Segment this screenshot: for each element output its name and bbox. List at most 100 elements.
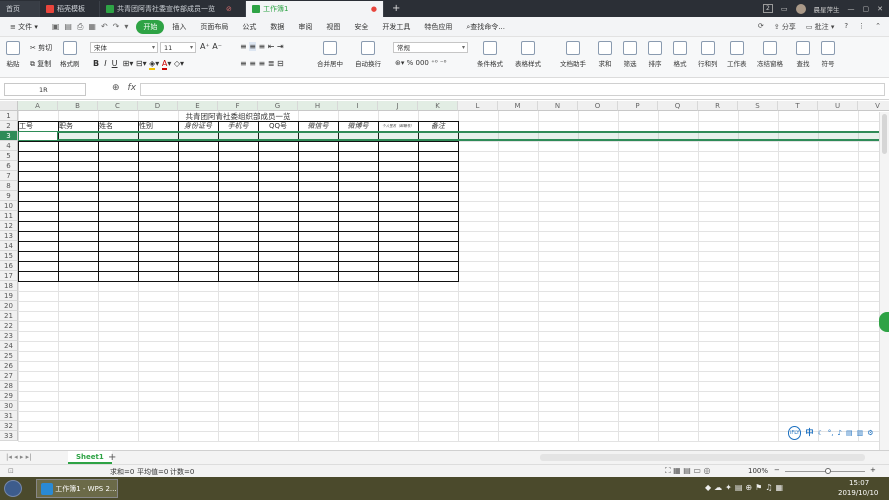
zoom-level[interactable]: 100%: [748, 467, 768, 475]
menu-features[interactable]: 特色应用: [418, 20, 458, 34]
row-header[interactable]: 24: [0, 341, 18, 351]
sheet-tab-sheet1[interactable]: Sheet1: [68, 451, 112, 464]
row-header[interactable]: 11: [0, 211, 18, 221]
row-header[interactable]: 33: [0, 431, 18, 441]
tab-document[interactable]: 共青团阿青社委宣传部成员一览 ⊘: [100, 1, 246, 17]
column-header[interactable]: F: [218, 101, 258, 111]
clock-time[interactable]: 15:07: [849, 479, 869, 487]
percent-button[interactable]: %: [407, 59, 414, 67]
table-header-cell[interactable]: 微信号: [299, 121, 337, 131]
table-header-cell[interactable]: 职务: [59, 121, 97, 131]
menu-page-layout[interactable]: 页面布局: [194, 20, 234, 34]
row-header[interactable]: 2: [0, 121, 18, 131]
help-icon[interactable]: ?: [844, 22, 848, 32]
column-header[interactable]: B: [58, 101, 98, 111]
table-header-cell[interactable]: 微博号: [339, 121, 377, 131]
row-header[interactable]: 26: [0, 361, 18, 371]
row-header[interactable]: 18: [0, 281, 18, 291]
tab-workbook[interactable]: 工作簿1 ●: [246, 1, 384, 17]
menu-review[interactable]: 审阅: [292, 20, 318, 34]
close-window-icon[interactable]: ✕: [877, 5, 883, 13]
column-header[interactable]: U: [818, 101, 858, 111]
more-icon[interactable]: ▾: [124, 22, 128, 32]
font-select[interactable]: 宋体 ▾: [90, 42, 158, 53]
name-box[interactable]: 1R: [4, 83, 86, 96]
row-header[interactable]: 29: [0, 391, 18, 401]
column-header[interactable]: G: [258, 101, 298, 111]
ime-mode[interactable]: 中: [805, 427, 813, 438]
close-icon[interactable]: ⊘: [226, 5, 232, 13]
zoom-out-icon[interactable]: −: [774, 466, 780, 474]
column-header[interactable]: L: [458, 101, 498, 111]
row-header[interactable]: 10: [0, 201, 18, 211]
column-header[interactable]: A: [18, 101, 58, 111]
redo-icon[interactable]: ↷: [113, 22, 120, 32]
italic-icon[interactable]: I: [104, 59, 106, 68]
menu-start[interactable]: 开始: [136, 19, 165, 34]
menu-view[interactable]: 视图: [320, 20, 346, 34]
row-header[interactable]: 25: [0, 351, 18, 361]
underline-icon[interactable]: U: [112, 59, 118, 68]
column-header[interactable]: O: [578, 101, 618, 111]
freeze-button[interactable]: 冻结窗格: [757, 41, 783, 68]
row-header[interactable]: 4: [0, 141, 18, 151]
column-header[interactable]: I: [338, 101, 378, 111]
font-grow-buttons[interactable]: A⁺ A⁻: [200, 42, 222, 51]
column-header[interactable]: T: [778, 101, 818, 111]
start-button[interactable]: [4, 480, 22, 497]
row-header[interactable]: 15: [0, 251, 18, 261]
punctuation-icon[interactable]: °,: [828, 429, 834, 437]
row-header[interactable]: 16: [0, 261, 18, 271]
row-header[interactable]: 12: [0, 221, 18, 231]
row-header[interactable]: 21: [0, 311, 18, 321]
align-bottom-row[interactable]: ≡ ≡ ≡ ≣ ⊟: [240, 59, 284, 68]
column-header[interactable]: M: [498, 101, 538, 111]
maximize-icon[interactable]: ▢: [863, 5, 870, 13]
align-top-row[interactable]: ≡ ≡ ≡ ⇤ ⇥: [240, 42, 284, 51]
row-header[interactable]: 8: [0, 181, 18, 191]
row-header[interactable]: 31: [0, 411, 18, 421]
comment-button[interactable]: ▭ 批注 ▾: [806, 22, 835, 32]
conditional-format-button[interactable]: 条件格式: [477, 41, 503, 68]
table-header-cell[interactable]: QQ号: [259, 121, 297, 131]
expand-icon[interactable]: ▭: [781, 5, 788, 13]
decimal-dec-icon[interactable]: ⁻⁰: [440, 59, 447, 67]
worksheet-button[interactable]: 工作表: [727, 41, 747, 68]
column-header[interactable]: D: [138, 101, 178, 111]
fx-icon[interactable]: fx: [128, 83, 137, 93]
zoom-in-icon[interactable]: +: [870, 466, 876, 474]
row-header[interactable]: 14: [0, 241, 18, 251]
number-format-select[interactable]: 常规 ▾: [393, 42, 468, 53]
font-color-icon[interactable]: A: [161, 59, 168, 70]
row-header[interactable]: 23: [0, 331, 18, 341]
command-search[interactable]: ⌕查找命令...: [460, 20, 511, 34]
menu-developer[interactable]: 开发工具: [376, 20, 416, 34]
number-buttons[interactable]: ⊛▾ % 000 ⁺⁰ ⁻⁰: [395, 59, 446, 67]
fill-color-icon[interactable]: ◈: [149, 59, 156, 70]
column-header[interactable]: C: [98, 101, 138, 111]
mic-icon[interactable]: ♪: [837, 429, 841, 437]
table-header-cell[interactable]: 手机号: [219, 121, 257, 131]
undo-icon[interactable]: ↶: [101, 22, 108, 32]
row-header[interactable]: 13: [0, 231, 18, 241]
more-options-icon[interactable]: ⋮: [858, 22, 865, 32]
minimize-icon[interactable]: —: [848, 5, 855, 13]
skin-icon[interactable]: ▥: [857, 429, 864, 437]
new-tab-button[interactable]: +: [384, 1, 408, 17]
sync-icon[interactable]: ⟳: [758, 22, 764, 32]
column-header[interactable]: Q: [658, 101, 698, 111]
row-header[interactable]: 9: [0, 191, 18, 201]
row-header[interactable]: 22: [0, 321, 18, 331]
moon-icon[interactable]: ☾: [817, 429, 823, 437]
border-icon[interactable]: ⊞▾: [123, 59, 134, 68]
user-name[interactable]: 晨星萍生: [814, 4, 840, 14]
row-header[interactable]: 17: [0, 271, 18, 281]
row-header[interactable]: 20: [0, 301, 18, 311]
selected-row[interactable]: [18, 131, 879, 141]
tray-icons[interactable]: ◆☁✦▤⊕⚑♫▦: [705, 483, 786, 492]
currency-icon[interactable]: ⊛▾: [395, 59, 404, 67]
merge-cells-icon[interactable]: ⊟▾: [136, 59, 147, 68]
bold-icon[interactable]: B: [93, 59, 99, 68]
copy-button[interactable]: ⧉ 复制: [30, 59, 51, 69]
avatar[interactable]: [795, 3, 806, 14]
